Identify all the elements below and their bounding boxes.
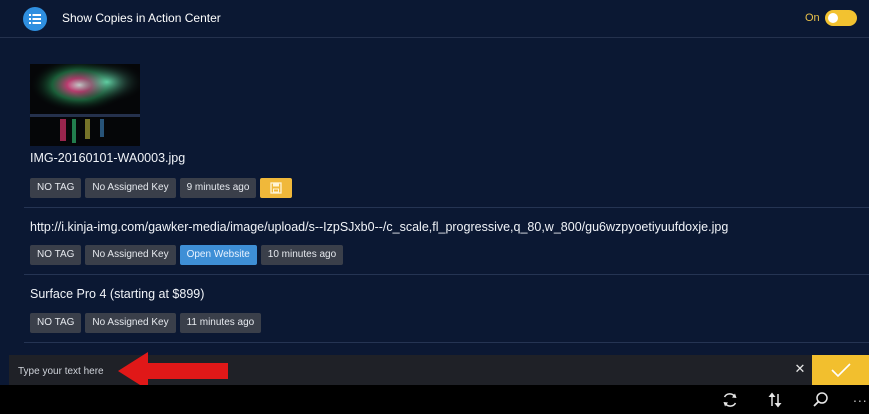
action-center-toggle[interactable] — [825, 10, 857, 26]
time-chip: 9 minutes ago — [179, 178, 257, 198]
sync-icon[interactable] — [721, 391, 739, 409]
item-chips: NO TAG No Assigned Key 9 minutes ago — [30, 178, 293, 198]
checkmark-icon[interactable] — [812, 355, 869, 385]
item-title: Surface Pro 4 (starting at $899) — [30, 287, 205, 301]
toggle-label: On — [805, 12, 820, 24]
tag-chip[interactable]: NO TAG — [30, 313, 82, 333]
divider — [24, 342, 869, 343]
bottom-toolbar: ... — [0, 385, 869, 414]
search-icon[interactable] — [812, 391, 830, 409]
top-bar: Show Copies in Action Center On — [0, 0, 869, 38]
item-chips: NO TAG No Assigned Key Open Website 10 m… — [30, 245, 344, 265]
list-icon[interactable] — [23, 7, 47, 31]
key-chip[interactable]: No Assigned Key — [85, 178, 176, 198]
toggle-knob — [828, 13, 838, 23]
tag-chip[interactable]: NO TAG — [30, 178, 82, 198]
close-icon[interactable]: ✕ — [793, 362, 807, 376]
save-icon[interactable] — [260, 178, 293, 198]
item-chips: NO TAG No Assigned Key 11 minutes ago — [30, 313, 262, 333]
sort-icon[interactable] — [766, 391, 784, 409]
fireworks-image[interactable] — [30, 64, 140, 146]
key-chip[interactable]: No Assigned Key — [85, 245, 176, 265]
tag-chip[interactable]: NO TAG — [30, 245, 82, 265]
divider — [24, 207, 869, 208]
divider — [24, 274, 869, 275]
more-icon[interactable]: ... — [853, 389, 868, 405]
time-chip: 11 minutes ago — [179, 313, 262, 333]
time-chip: 10 minutes ago — [260, 245, 344, 265]
key-chip[interactable]: No Assigned Key — [85, 313, 176, 333]
open-website-button[interactable]: Open Website — [179, 245, 257, 265]
item-title: http://i.kinja-img.com/gawker-media/imag… — [30, 220, 729, 234]
item-title: IMG-20160101-WA0003.jpg — [30, 151, 186, 165]
page-title: Show Copies in Action Center — [62, 11, 221, 25]
